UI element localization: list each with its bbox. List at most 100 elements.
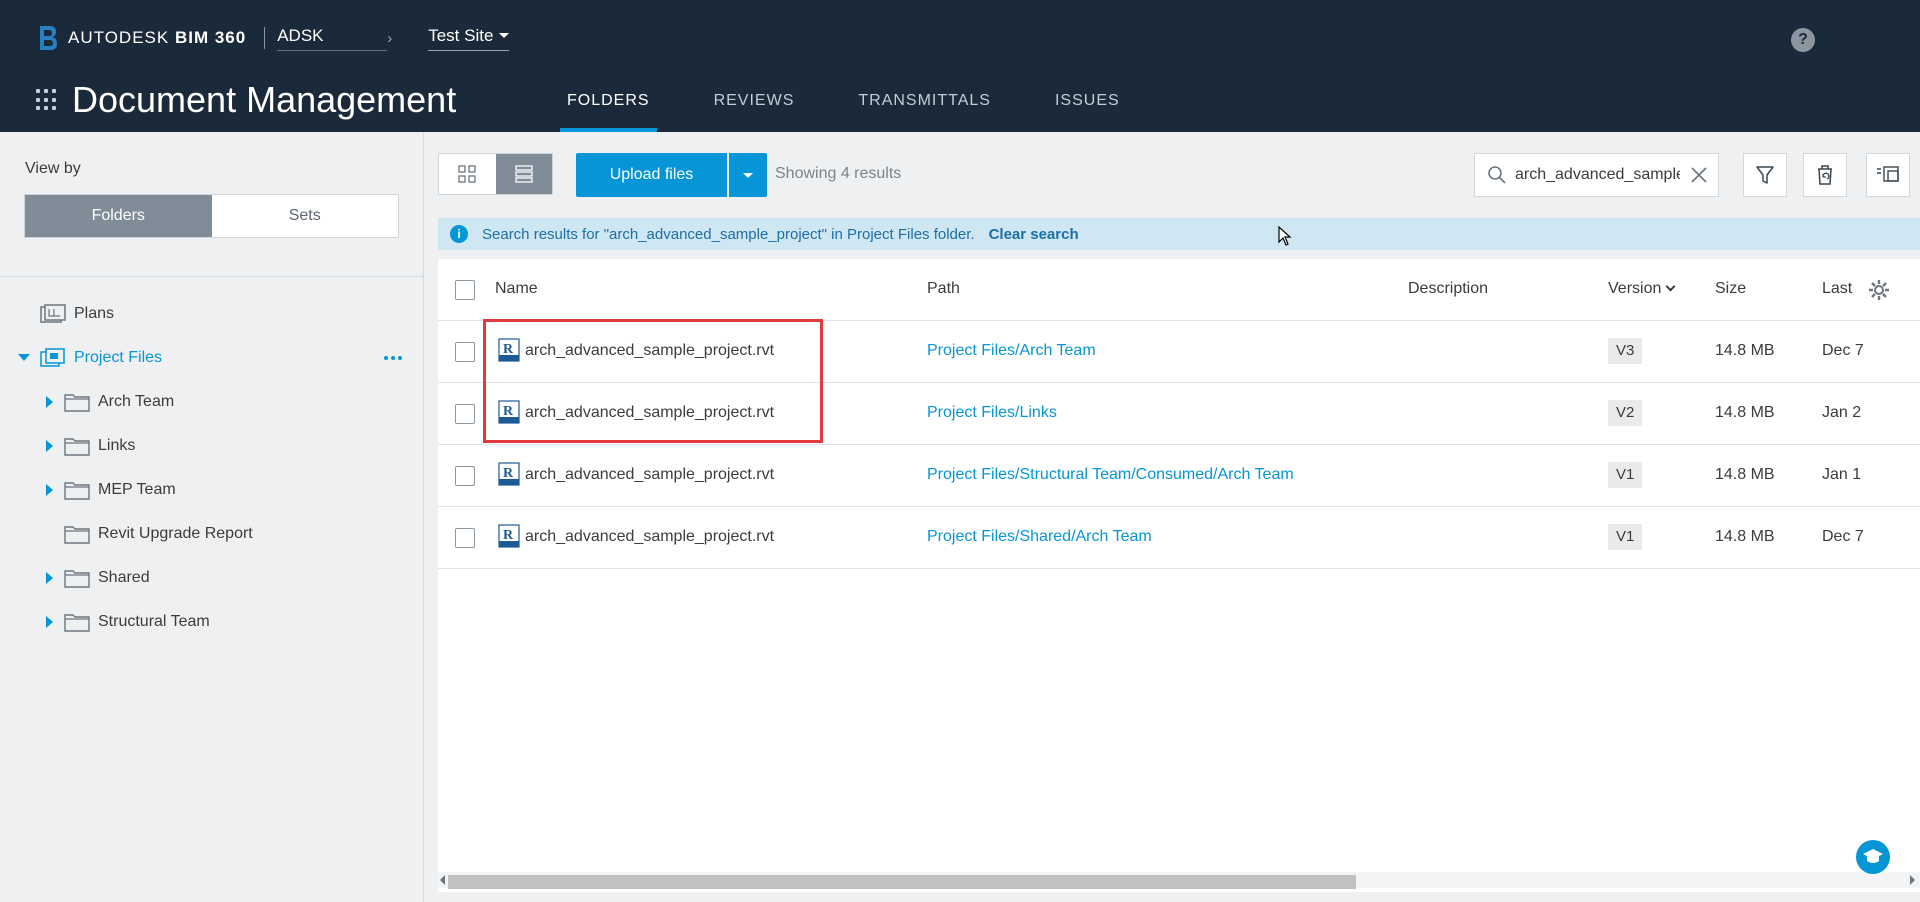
table-row[interactable]: R arch_advanced_sample_project.rvt Proje…	[438, 507, 1920, 569]
row-checkbox[interactable]	[455, 342, 475, 362]
breadcrumb-chevron-icon: ›	[387, 29, 393, 47]
file-path[interactable]: Project Files/Links	[927, 404, 1057, 422]
app-header: AUTODESK BIM 360 ADSK › Test Site ? Docu…	[0, 0, 1920, 132]
sort-descending-icon	[1665, 281, 1676, 292]
expand-arrow-icon[interactable]	[46, 572, 56, 584]
tree-item-label: Links	[98, 437, 136, 454]
expand-arrow-icon[interactable]	[46, 616, 56, 628]
table-row[interactable]: R arch_advanced_sample_project.rvt Proje…	[438, 383, 1920, 445]
expand-arrow-icon[interactable]	[46, 396, 56, 408]
file-name[interactable]: arch_advanced_sample_project.rvt	[525, 528, 774, 546]
column-version[interactable]: Version	[1608, 280, 1676, 298]
expand-arrow-icon[interactable]	[46, 440, 56, 452]
deleted-items-button[interactable]	[1803, 153, 1847, 197]
tab-issues[interactable]: ISSUES	[1048, 78, 1127, 132]
filter-icon	[1756, 166, 1774, 184]
table-row[interactable]: R arch_advanced_sample_project.rvt Proje…	[438, 445, 1920, 507]
tab-folders[interactable]: FOLDERS	[560, 78, 657, 132]
file-size: 14.8 MB	[1715, 404, 1775, 421]
file-name[interactable]: arch_advanced_sample_project.rvt	[525, 466, 774, 484]
select-all-checkbox[interactable]	[455, 280, 475, 300]
grid-icon	[458, 165, 476, 183]
version-badge[interactable]: V3	[1608, 338, 1643, 364]
upload-options-dropdown[interactable]	[729, 153, 767, 197]
search-box	[1474, 153, 1719, 197]
folder-icon	[64, 570, 90, 588]
tree-item-label: MEP Team	[98, 481, 176, 498]
svg-text:R: R	[503, 342, 514, 357]
table-header: Name Path Description Version Size Last	[438, 259, 1920, 321]
clear-search-link[interactable]: Clear search	[989, 226, 1079, 243]
scrollbar-thumb[interactable]	[448, 875, 1356, 889]
app-switcher-icon[interactable]	[36, 89, 58, 111]
bim360-logo-icon	[40, 26, 57, 50]
tree-item-plans[interactable]: Plans	[0, 292, 424, 336]
account-selector[interactable]: ADSK	[277, 26, 388, 51]
column-last[interactable]: Last	[1822, 280, 1852, 298]
revit-file-icon: R	[498, 524, 520, 548]
folder-icon	[64, 526, 90, 544]
column-size[interactable]: Size	[1715, 280, 1746, 298]
mouse-cursor-icon	[1278, 226, 1292, 246]
version-badge[interactable]: V1	[1608, 524, 1643, 550]
tree-item-project-files[interactable]: Project Files	[0, 336, 424, 380]
row-checkbox[interactable]	[455, 466, 475, 486]
scroll-right-icon[interactable]	[1910, 875, 1915, 885]
revit-file-icon: R	[498, 400, 520, 424]
svg-text:R: R	[503, 528, 514, 543]
horizontal-scrollbar[interactable]	[438, 872, 1920, 889]
tree-item-label: Revit Upgrade Report	[98, 525, 253, 542]
results-table: Name Path Description Version Size Last …	[438, 259, 1920, 892]
more-options-icon[interactable]	[384, 356, 402, 360]
file-name[interactable]: arch_advanced_sample_project.rvt	[525, 404, 774, 422]
scroll-left-icon[interactable]	[440, 875, 445, 885]
tree-item-structural-team[interactable]: Structural Team	[0, 600, 424, 644]
brand-bar: AUTODESK BIM 360 ADSK › Test Site	[38, 24, 510, 52]
file-name[interactable]: arch_advanced_sample_project.rvt	[525, 342, 774, 360]
column-description[interactable]: Description	[1408, 280, 1488, 298]
file-path[interactable]: Project Files/Arch Team	[927, 342, 1096, 360]
folder-icon	[64, 394, 90, 412]
clear-search-icon[interactable]	[1690, 166, 1708, 184]
table-row[interactable]: R arch_advanced_sample_project.rvt Proje…	[438, 321, 1920, 383]
filter-button[interactable]	[1743, 153, 1787, 197]
tab-reviews[interactable]: REVIEWS	[707, 78, 802, 132]
sidebar-divider	[0, 276, 424, 277]
grid-view-button[interactable]	[439, 154, 496, 194]
column-name[interactable]: Name	[495, 280, 538, 298]
column-path[interactable]: Path	[927, 280, 960, 298]
list-view-button[interactable]	[495, 154, 552, 194]
file-path[interactable]: Project Files/Structural Team/Consumed/A…	[927, 466, 1294, 484]
expand-arrow-icon[interactable]	[46, 484, 56, 496]
column-settings-icon[interactable]	[1868, 279, 1890, 301]
search-input[interactable]	[1515, 166, 1680, 184]
tree-item-label: Shared	[98, 569, 150, 586]
caret-down-icon	[743, 172, 753, 178]
file-path[interactable]: Project Files/Shared/Arch Team	[927, 528, 1152, 546]
plans-icon	[40, 304, 66, 323]
tree-item-arch-team[interactable]: Arch Team	[0, 380, 424, 424]
tree-item-links[interactable]: Links	[0, 424, 424, 468]
version-badge[interactable]: V2	[1608, 400, 1643, 426]
svg-text:R: R	[503, 404, 514, 419]
upload-files-button[interactable]: Upload files	[576, 153, 727, 197]
version-badge[interactable]: V1	[1608, 462, 1643, 488]
project-selector[interactable]: Test Site	[428, 26, 510, 51]
sets-view-button[interactable]: Sets	[212, 195, 399, 237]
tab-transmittals[interactable]: TRANSMITTALS	[851, 78, 998, 132]
tree-item-label: Arch Team	[98, 393, 175, 410]
tree-item-shared[interactable]: Shared	[0, 556, 424, 600]
help-icon[interactable]: ?	[1791, 28, 1815, 52]
learning-panel-icon[interactable]	[1856, 840, 1890, 874]
folders-view-button[interactable]: Folders	[25, 195, 212, 237]
view-by-toggle: Folders Sets	[24, 194, 399, 238]
info-icon: i	[450, 225, 468, 243]
details-panel-button[interactable]	[1866, 153, 1910, 197]
row-checkbox[interactable]	[455, 528, 475, 548]
file-last-modified: Dec 7	[1822, 342, 1864, 359]
row-checkbox[interactable]	[455, 404, 475, 424]
tree-item-revit-upgrade-report[interactable]: Revit Upgrade Report	[0, 512, 424, 556]
graduation-cap-icon	[1863, 849, 1883, 863]
collapse-arrow-icon[interactable]	[18, 354, 30, 364]
tree-item-mep-team[interactable]: MEP Team	[0, 468, 424, 512]
